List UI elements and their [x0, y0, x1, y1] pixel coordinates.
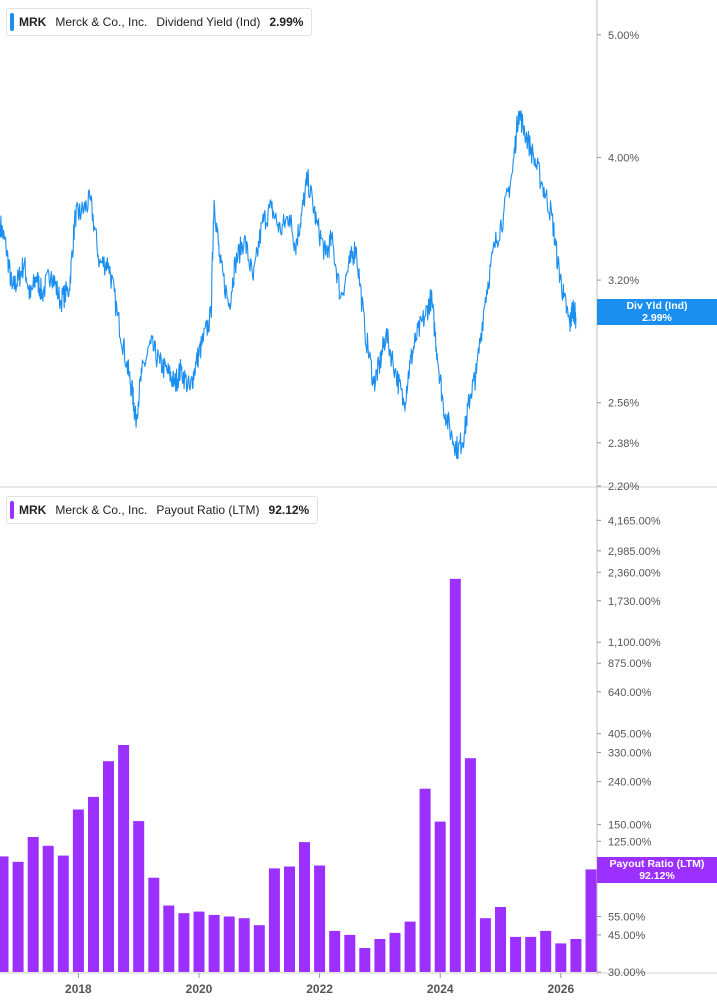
- payout-bar: [570, 939, 582, 972]
- payout-bar: [314, 865, 326, 972]
- payout-bar: [585, 869, 597, 972]
- payout-flag-label: Payout Ratio (LTM): [609, 858, 705, 870]
- payout-bar: [178, 913, 190, 972]
- legend-ticker: MRK: [19, 503, 47, 517]
- payout-bar: [510, 936, 522, 972]
- payout-bar: [434, 821, 446, 972]
- y-tick-label: 150.00%: [608, 820, 652, 832]
- payout-flag-value: 92.12%: [639, 870, 675, 882]
- payout-bar: [223, 916, 235, 972]
- payout-bar: [42, 845, 54, 972]
- payout-bar: [329, 930, 341, 972]
- payout-bar: [419, 788, 431, 972]
- y-tick-label: 2.56%: [608, 398, 639, 410]
- y-tick-label: 2.38%: [608, 438, 639, 450]
- y-tick-label: 125.00%: [608, 836, 652, 848]
- legend-metric: Dividend Yield (Ind): [156, 15, 261, 29]
- x-tick-label: 2022: [306, 982, 333, 996]
- payout-bar: [0, 856, 9, 972]
- payout-bar: [374, 939, 386, 972]
- payout-bar: [27, 837, 39, 972]
- y-tick-label: 1,730.00%: [608, 596, 661, 608]
- yield-flag-label: Div Yld (Ind): [626, 300, 688, 312]
- y-tick-label: 875.00%: [608, 658, 652, 670]
- payout-bar: [268, 868, 280, 972]
- y-tick-label: 640.00%: [608, 687, 652, 699]
- payout-bar: [449, 578, 461, 972]
- y-tick-label: 1,100.00%: [608, 637, 661, 649]
- y-tick-label: 405.00%: [608, 729, 652, 741]
- payout-bar: [389, 932, 401, 972]
- payout-bar: [72, 809, 84, 972]
- yield-line: [0, 110, 577, 460]
- payout-bar: [359, 948, 371, 972]
- payout-bar: [284, 866, 295, 972]
- payout-bar: [193, 911, 205, 972]
- y-tick-label: 4,165.00%: [608, 515, 661, 527]
- payout-bar: [540, 930, 552, 972]
- payout-bar: [464, 758, 476, 972]
- yield-price-flag: Div Yld (Ind) 2.99%: [597, 299, 717, 325]
- y-tick-label: 45.00%: [608, 930, 646, 942]
- legend-metric: Payout Ratio (LTM): [156, 503, 260, 517]
- yield-series: [0, 110, 577, 460]
- payout-bar: [148, 877, 160, 972]
- payout-bar: [525, 936, 537, 972]
- legend-value: 2.99%: [269, 15, 304, 29]
- payout-swatch: [10, 501, 14, 519]
- y-tick-label: 2,985.00%: [608, 546, 661, 558]
- y-tick-label: 3.20%: [608, 275, 639, 287]
- bottom-legend[interactable]: MRK Merck & Co., Inc. Payout Ratio (LTM)…: [6, 496, 319, 524]
- payout-bar: [404, 921, 416, 972]
- payout-bar: [133, 821, 145, 972]
- payout-bar: [103, 761, 114, 972]
- yield-swatch: [10, 13, 14, 31]
- y-tick-label: 2.20%: [608, 481, 639, 493]
- y-tick-label: 55.00%: [608, 912, 646, 924]
- payout-bar: [163, 905, 175, 972]
- x-tick-label: 2024: [427, 982, 454, 996]
- top-legend[interactable]: MRK Merck & Co., Inc. Dividend Yield (In…: [6, 8, 313, 36]
- legend-value: 92.12%: [268, 503, 310, 517]
- payout-bar: [555, 943, 567, 972]
- legend-company: Merck & Co., Inc.: [55, 15, 148, 29]
- y-tick-label: 2,360.00%: [608, 567, 661, 579]
- payout-bar: [208, 914, 220, 972]
- payout-bar: [253, 925, 265, 972]
- payout-price-flag: Payout Ratio (LTM) 92.12%: [597, 857, 717, 883]
- y-tick-label: 330.00%: [608, 747, 652, 759]
- y-tick-label: 240.00%: [608, 777, 652, 789]
- payout-bar: [344, 934, 356, 972]
- payout-bar: [479, 918, 491, 972]
- legend-company: Merck & Co., Inc.: [55, 503, 148, 517]
- payout-series: [0, 578, 597, 972]
- payout-bar: [299, 842, 310, 972]
- payout-bar: [88, 796, 99, 972]
- payout-bar: [495, 907, 506, 972]
- x-tick-label: 2020: [186, 982, 213, 996]
- payout-bar: [238, 918, 250, 972]
- y-tick-label: 30.00%: [608, 967, 646, 979]
- y-tick-label: 4.00%: [608, 152, 639, 164]
- legend-ticker: MRK: [19, 15, 47, 29]
- x-tick-label: 2018: [65, 982, 92, 996]
- x-tick-label: 2026: [547, 982, 574, 996]
- payout-bar: [118, 745, 130, 972]
- yield-flag-value: 2.99%: [642, 312, 672, 324]
- y-tick-label: 5.00%: [608, 30, 639, 42]
- payout-bar: [57, 855, 69, 972]
- payout-bar: [12, 861, 24, 972]
